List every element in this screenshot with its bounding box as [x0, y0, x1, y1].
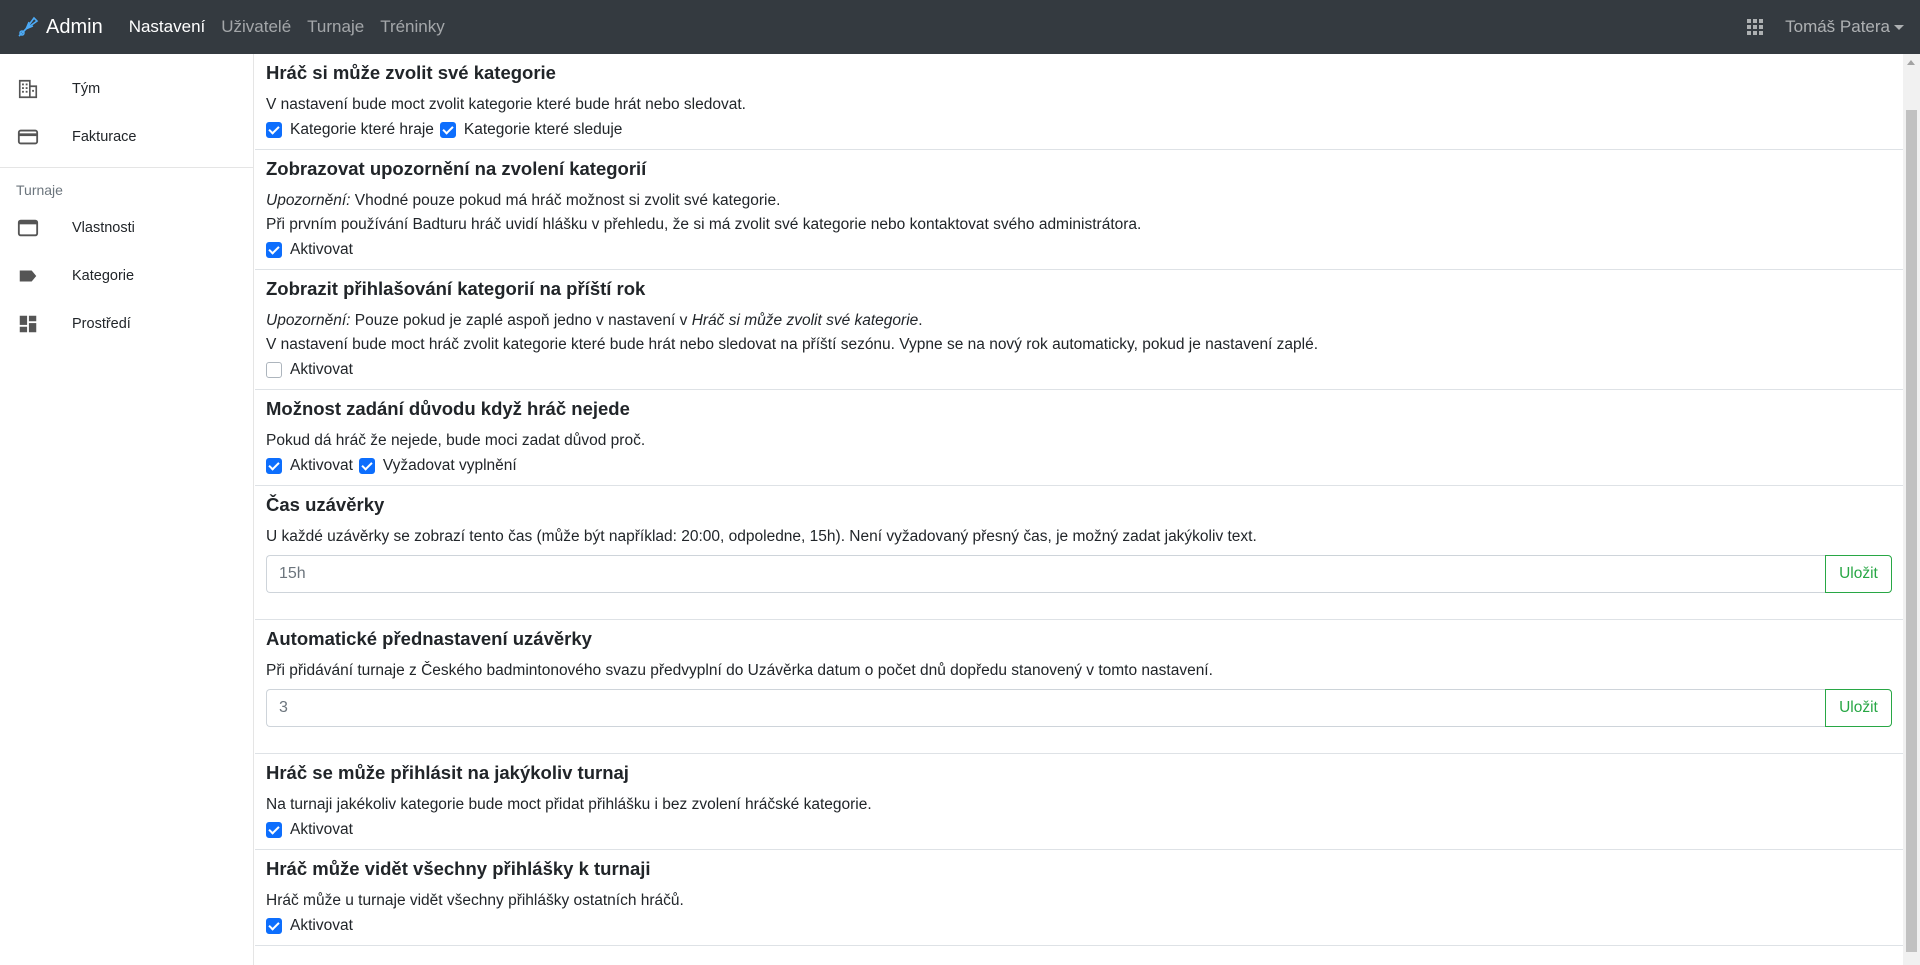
sidebar: Tým Fakturace Turnaje Vlastnosti Kategor… — [0, 54, 254, 965]
main-nav: Nastavení Uživatelé Turnaje Tréninky — [129, 17, 445, 37]
credit-card-icon — [16, 125, 40, 149]
setting-any-tournament: Hráč se může přihlásit na jakýkoliv turn… — [255, 754, 1903, 850]
save-button[interactable]: Uložit — [1825, 555, 1892, 593]
sidebar-item-team[interactable]: Tým — [0, 65, 253, 113]
auto-deadline-days-input[interactable] — [266, 689, 1825, 727]
setting-reference: Hráč si může zvolit své kategorie — [691, 312, 919, 329]
setting-category-warning: Zobrazovat upozornění na zvolení kategor… — [255, 150, 1903, 270]
checkbox-label: Kategorie které hraje — [290, 121, 434, 138]
sidebar-item-label: Prostředí — [72, 316, 131, 332]
section-title: Hráč může vidět všechny přihlášky k turn… — [266, 858, 651, 879]
section-description: Na turnaji jakékoliv kategorie bude moct… — [266, 796, 872, 813]
section-title: Zobrazit přihlašování kategorií na příšt… — [266, 278, 646, 299]
setting-choose-categories: Hráč si může zvolit své kategorie V nast… — [255, 54, 1903, 150]
sidebar-item-categories[interactable]: Kategorie — [0, 252, 253, 300]
deadline-time-input[interactable] — [266, 555, 1825, 593]
brand-label: Admin — [46, 15, 103, 38]
deadline-time-input-group: Uložit — [266, 555, 1892, 593]
checkbox-unchecked-icon[interactable] — [266, 362, 282, 378]
section-description-2: Při prvním používání Badturu hráč uvidí … — [266, 216, 1142, 233]
building-icon — [16, 77, 40, 101]
section-description: Upozornění: Pouze pokud je zaplé aspoň j… — [266, 309, 1892, 333]
top-navbar: Admin Nastavení Uživatelé Turnaje Trénin… — [0, 0, 1920, 54]
checkbox-label: Aktivovat — [290, 821, 353, 838]
warning-text: Pouze pokud je zaplé aspoň jedno v nasta… — [350, 312, 692, 329]
auto-deadline-input-group: Uložit — [266, 689, 1892, 727]
checkbox-activate[interactable]: Aktivovat — [266, 457, 353, 475]
section-title: Zobrazovat upozornění na zvolení kategor… — [266, 158, 647, 179]
sidebar-item-label: Vlastnosti — [72, 220, 135, 236]
period: . — [918, 312, 923, 329]
scroll-thumb[interactable] — [1906, 110, 1917, 952]
warning-text: Vhodné pouze pokud má hráč možnost si zv… — [350, 192, 781, 209]
page-scrollbar[interactable] — [1903, 54, 1920, 965]
section-title: Čas uzávěrky — [266, 494, 385, 515]
checkbox-checked-icon[interactable] — [439, 122, 456, 138]
checkbox-checked-icon[interactable] — [266, 458, 282, 474]
warning-label: Upozornění: — [266, 192, 351, 209]
setting-deadline-time: Čas uzávěrky U každé uzávěrky se zobrazí… — [255, 486, 1903, 620]
nav-settings[interactable]: Nastavení — [129, 17, 206, 37]
label-icon — [16, 264, 40, 288]
nav-trainings[interactable]: Tréninky — [380, 17, 445, 37]
dashboard-icon — [16, 312, 40, 336]
checkbox-label: Aktivovat — [290, 457, 353, 474]
checkbox-label: Vyžadovat vyplnění — [382, 457, 517, 474]
checkbox-label: Aktivovat — [290, 241, 353, 258]
sidebar-item-label: Fakturace — [72, 129, 137, 145]
checkbox-checked-icon[interactable] — [266, 242, 282, 258]
setting-auto-deadline: Automatické přednastavení uzávěrky Při p… — [255, 620, 1903, 754]
nav-users[interactable]: Uživatelé — [221, 17, 291, 37]
checkbox-label: Kategorie které sleduje — [463, 121, 623, 138]
checkbox-checked-icon[interactable] — [358, 458, 375, 474]
checkbox-require-filled[interactable]: Vyžadovat vyplnění — [358, 457, 517, 475]
section-title: Možnost zadání důvodu když hráč nejede — [266, 398, 630, 419]
setting-next-year-categories: Zobrazit přihlašování kategorií na příšt… — [255, 270, 1903, 390]
shuttlecock-icon — [18, 16, 39, 37]
user-name: Tomáš Patera — [1785, 17, 1890, 36]
checkbox-categories-played[interactable]: Kategorie které hraje — [266, 121, 434, 139]
section-description: V nastavení bude moct zvolit kategorie k… — [266, 96, 746, 113]
sidebar-divider — [0, 167, 253, 168]
checkbox-activate[interactable]: Aktivovat — [266, 917, 353, 935]
checkbox-checked-icon[interactable] — [266, 822, 282, 838]
scroll-up-arrow-icon[interactable] — [1907, 60, 1915, 65]
sidebar-item-label: Tým — [72, 81, 101, 97]
caret-down-icon — [1894, 24, 1904, 30]
section-description: Upozornění: Vhodné pouze pokud má hráč m… — [266, 189, 1892, 213]
navbar-right: Tomáš Patera — [1747, 17, 1904, 37]
sidebar-item-properties[interactable]: Vlastnosti — [0, 204, 253, 252]
sidebar-item-label: Kategorie — [72, 268, 135, 284]
save-button[interactable]: Uložit — [1825, 689, 1892, 727]
section-description: Při přidávání turnaje z Českého badminto… — [266, 662, 1213, 679]
checkbox-label: Aktivovat — [290, 361, 353, 378]
section-title: Automatické přednastavení uzávěrky — [266, 628, 592, 649]
settings-main: Hráč si může zvolit své kategorie V nast… — [255, 54, 1903, 965]
warning-label: Upozornění: — [266, 312, 351, 329]
checkbox-checked-icon[interactable] — [266, 918, 282, 934]
window-icon — [16, 216, 40, 240]
section-description: U každé uzávěrky se zobrazí tento čas (m… — [266, 528, 1257, 545]
brand[interactable]: Admin — [16, 15, 103, 39]
section-description-2: V nastavení bude moct hráč zvolit katego… — [266, 336, 1319, 353]
setting-see-all-registrations: Hráč může vidět všechny přihlášky k turn… — [255, 850, 1903, 946]
sidebar-item-billing[interactable]: Fakturace — [0, 113, 253, 161]
checkbox-activate[interactable]: Aktivovat — [266, 361, 353, 379]
user-menu[interactable]: Tomáš Patera — [1785, 17, 1904, 37]
checkbox-categories-followed[interactable]: Kategorie které sleduje — [439, 121, 623, 139]
section-description: Pokud dá hráč že nejede, bude moci zadat… — [266, 432, 646, 449]
apps-grid-icon[interactable] — [1747, 19, 1764, 35]
setting-absence-reason: Možnost zadání důvodu když hráč nejede P… — [255, 390, 1903, 486]
sidebar-heading: Turnaje — [16, 182, 63, 198]
checkbox-checked-icon[interactable] — [266, 122, 282, 138]
checkbox-activate[interactable]: Aktivovat — [266, 821, 353, 839]
section-title: Hráč si může zvolit své kategorie — [266, 62, 556, 83]
section-title: Hráč se může přihlásit na jakýkoliv turn… — [266, 762, 629, 783]
checkbox-activate[interactable]: Aktivovat — [266, 241, 353, 259]
checkbox-label: Aktivovat — [290, 917, 353, 934]
sidebar-item-environment[interactable]: Prostředí — [0, 300, 253, 348]
section-description: Hráč může u turnaje vidět všechny přihlá… — [266, 892, 684, 909]
nav-tournaments[interactable]: Turnaje — [307, 17, 364, 37]
